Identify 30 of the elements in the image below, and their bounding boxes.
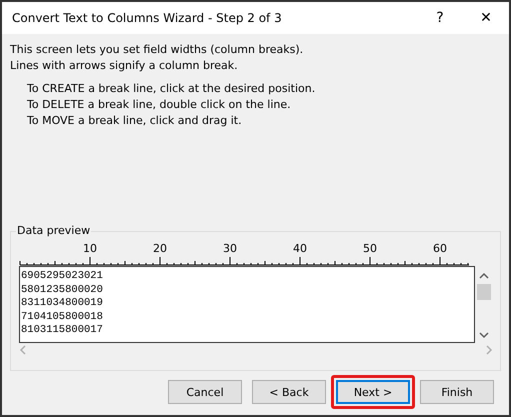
ruler-label: 50 bbox=[363, 242, 377, 255]
preview-row-text: 8103115800017 bbox=[21, 324, 104, 338]
instruction-text: To DELETE a break line, double click on the line. bbox=[27, 97, 292, 113]
scroll-right-icon[interactable] bbox=[485, 345, 493, 355]
window-title: Convert Text to Columns Wizard - Step 2 of 3 bbox=[12, 11, 283, 25]
instruction-text: To CREATE a break line, click at the desired position. bbox=[27, 81, 316, 97]
ruler-label: 30 bbox=[223, 242, 237, 255]
help-button[interactable]: ? bbox=[417, 10, 463, 26]
preview-row-text: 8311034800019 bbox=[21, 297, 104, 310]
ruler-label: 20 bbox=[153, 242, 167, 255]
instruction-text: To MOVE a break line, click and drag it. bbox=[27, 113, 243, 129]
ruler-label: 40 bbox=[293, 242, 307, 255]
close-button[interactable]: ✕ bbox=[463, 10, 509, 26]
preview-row-text: 6905295023021 bbox=[21, 270, 104, 284]
dialog-button[interactable]: Finish bbox=[420, 380, 494, 404]
scroll-thumb[interactable] bbox=[476, 284, 491, 300]
data-preview-area[interactable]: 6905295023021 5801235800020 8311034800019 7104105800018 8103115800017 bbox=[19, 266, 476, 343]
preview-row-text: 7104105800018 bbox=[21, 310, 104, 324]
intro-text: This screen lets you set field widths (column breaks). bbox=[10, 42, 304, 58]
ruler-label: 10 bbox=[83, 242, 97, 255]
dialog-button[interactable]: < Back bbox=[252, 380, 326, 404]
scroll-up-icon[interactable] bbox=[478, 272, 489, 280]
dialog-button[interactable]: Next > bbox=[336, 380, 410, 404]
scroll-down-icon[interactable] bbox=[478, 331, 489, 339]
group-label: Data preview bbox=[16, 224, 92, 237]
intro-text: Lines with arrows signify a column break. bbox=[10, 58, 239, 74]
ruler-label: 60 bbox=[433, 242, 447, 255]
preview-row-text: 5801235800020 bbox=[21, 284, 104, 297]
scroll-left-icon[interactable] bbox=[19, 345, 27, 355]
dialog-button[interactable]: Cancel bbox=[168, 380, 242, 404]
